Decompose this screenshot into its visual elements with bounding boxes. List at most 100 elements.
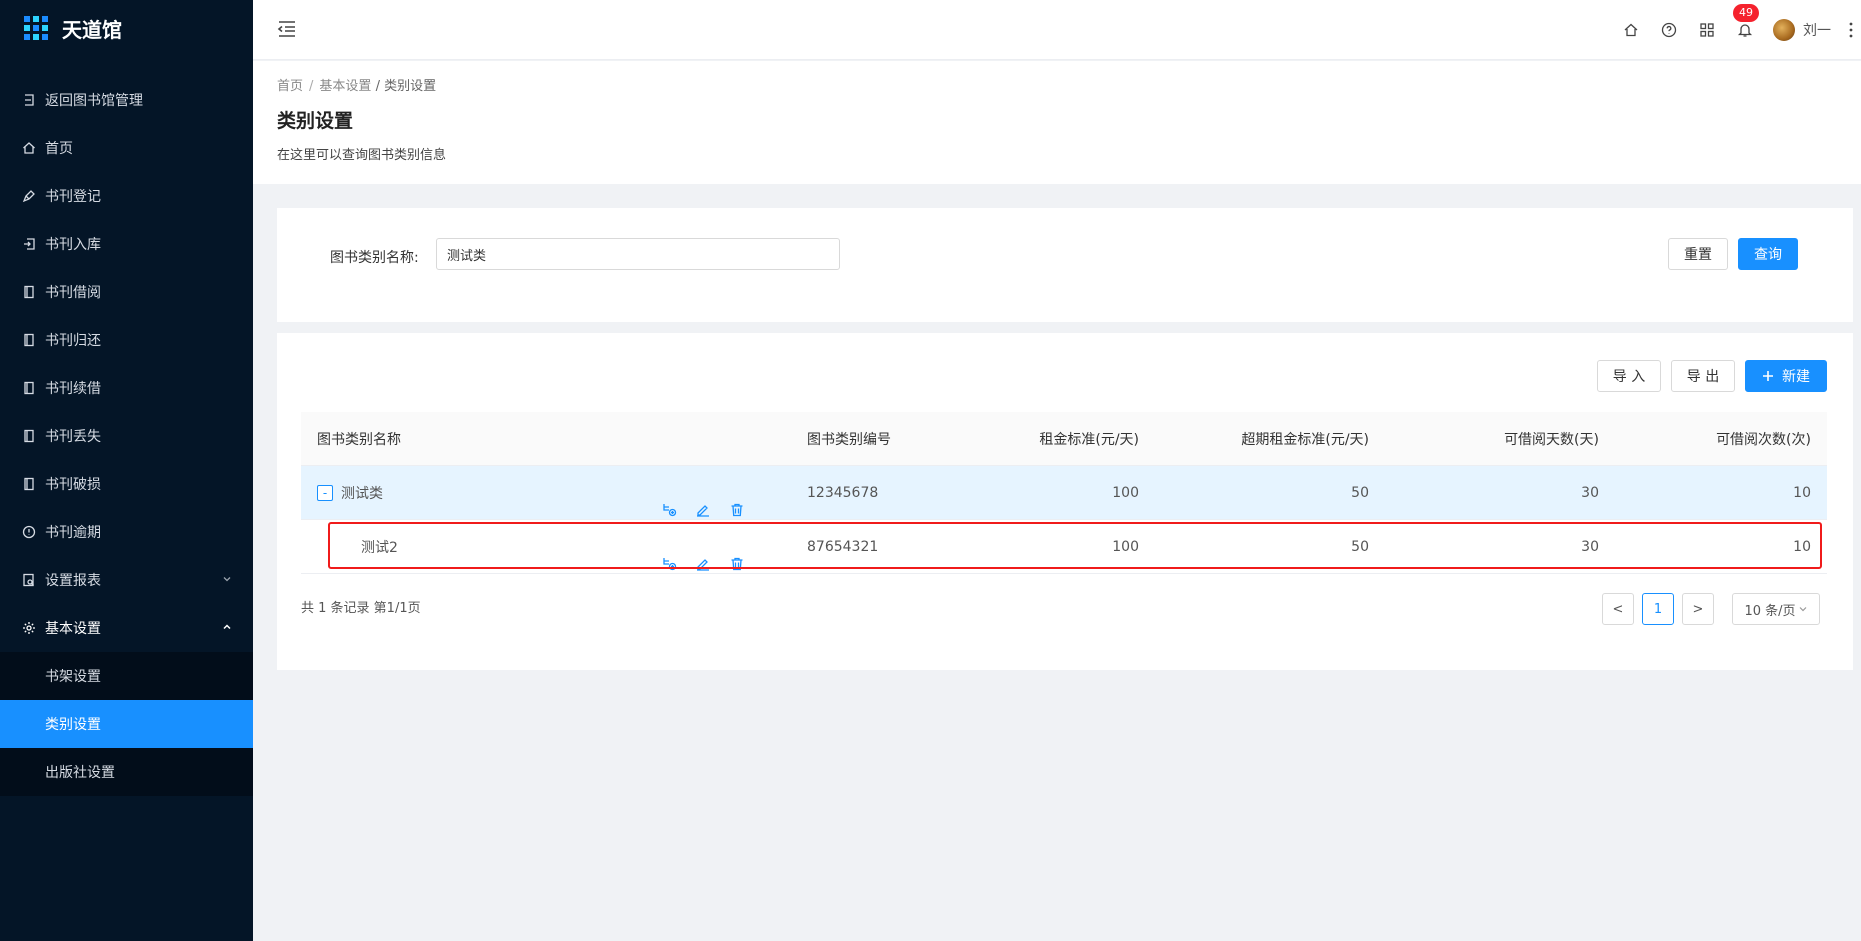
- column-header-times: 可借阅次数(次): [1716, 431, 1811, 448]
- edit-icon[interactable]: [695, 556, 711, 572]
- basic-settings-submenu: 书架设置 类别设置 出版社设置: [0, 652, 253, 796]
- bell-icon: [1737, 24, 1753, 37]
- row-actions: [661, 556, 763, 572]
- category-name: 测试类: [341, 485, 383, 502]
- sidebar-item-overdue[interactable]: 书刊逾期: [0, 508, 253, 556]
- app-title: 天道馆: [62, 17, 122, 42]
- sidebar-item-stock-in[interactable]: 书刊入库: [0, 220, 253, 268]
- column-header-overdue-rent: 超期租金标准(元/天): [1241, 431, 1369, 448]
- borrow-times: 10: [1793, 484, 1811, 501]
- column-header-days: 可借阅天数(天): [1504, 431, 1599, 448]
- search-form: 图书类别名称: 重置 查询: [277, 208, 1853, 322]
- table-header: 图书类别名称 图书类别编号 租金标准(元/天) 超期租金标准(元/天) 可借阅天…: [301, 412, 1827, 466]
- overdue-rent: 50: [1351, 538, 1369, 555]
- sidebar-item-basic-settings[interactable]: 基本设置: [0, 604, 253, 652]
- rent: 100: [1112, 538, 1139, 555]
- delete-icon[interactable]: [729, 556, 745, 572]
- book-icon: [22, 333, 36, 347]
- book-icon: [22, 285, 36, 299]
- borrow-times: 10: [1793, 538, 1811, 555]
- row-actions: [661, 502, 763, 518]
- home-icon: [22, 141, 36, 155]
- next-page-button[interactable]: >: [1682, 593, 1714, 625]
- table-row[interactable]: 测试2 87654321 100 50 30 10: [301, 520, 1827, 574]
- plus-icon: [1763, 371, 1773, 381]
- chevron-down-icon: [1799, 607, 1806, 612]
- table-row[interactable]: - 测试类 12345678 100 50 30 10: [301, 466, 1827, 520]
- prev-page-button[interactable]: <: [1602, 593, 1634, 625]
- column-header-name: 图书类别名称: [317, 431, 401, 448]
- book-icon: [22, 429, 36, 443]
- sidebar-item-damaged[interactable]: 书刊破损: [0, 460, 253, 508]
- notification-badge: 49: [1733, 4, 1759, 22]
- page-header: 首页 / 基本设置 / 类别设置 类别设置 在这里可以查询图书类别信息: [253, 61, 1861, 184]
- header-actions: 49 刘一: [1623, 0, 1861, 60]
- menu-fold-icon[interactable]: [277, 20, 297, 38]
- report-icon: [22, 573, 36, 587]
- notification-bell[interactable]: 49: [1733, 4, 1759, 38]
- top-header: 49 刘一: [253, 0, 1861, 60]
- add-child-icon[interactable]: [661, 502, 677, 518]
- category-code: 87654321: [807, 538, 879, 555]
- sidebar-menu: 返回图书馆管理 首页 书刊登记 书刊入库 书刊借阅 书刊归还 书刊续借 书刊丢失…: [0, 76, 253, 796]
- breadcrumb-home[interactable]: 首页: [277, 79, 303, 94]
- table-card: 导 入 导 出 新建 图书类别名称 图书类别编号 租金标准(元/天) 超期租金标…: [277, 333, 1853, 670]
- sidebar-item-register[interactable]: 书刊登记: [0, 172, 253, 220]
- chevron-up-icon: [223, 624, 231, 630]
- column-header-code: 图书类别编号: [807, 431, 891, 448]
- username[interactable]: 刘一: [1803, 20, 1831, 40]
- overdue-rent: 50: [1351, 484, 1369, 501]
- import-button[interactable]: 导 入: [1597, 360, 1661, 392]
- sidebar-item-report[interactable]: 设置报表: [0, 556, 253, 604]
- page-description: 在这里可以查询图书类别信息: [277, 148, 447, 163]
- sidebar-item-publisher-settings[interactable]: 出版社设置: [0, 748, 253, 796]
- breadcrumb-current: / 类别设置: [375, 79, 437, 94]
- borrow-days: 30: [1581, 484, 1599, 501]
- sidebar-item-renew[interactable]: 书刊续借: [0, 364, 253, 412]
- sidebar-item-return-book[interactable]: 书刊归还: [0, 316, 253, 364]
- reset-button[interactable]: 重置: [1668, 238, 1728, 270]
- more-vertical-icon[interactable]: [1849, 22, 1853, 38]
- page-size-select[interactable]: 10 条/页: [1732, 593, 1820, 625]
- book-icon: [22, 381, 36, 395]
- collapse-toggle[interactable]: -: [317, 484, 333, 501]
- home-icon[interactable]: [1623, 22, 1639, 38]
- breadcrumb-separator: /: [309, 79, 314, 94]
- page-1-button[interactable]: 1: [1642, 593, 1674, 625]
- export-button[interactable]: 导 出: [1671, 360, 1735, 392]
- edit-icon[interactable]: [695, 502, 711, 518]
- help-icon[interactable]: [1661, 22, 1677, 38]
- page-title: 类别设置: [277, 110, 354, 132]
- category-name-label: 图书类别名称:: [330, 250, 419, 266]
- pen-icon: [22, 189, 36, 203]
- login-icon: [22, 237, 36, 251]
- sidebar-item-home[interactable]: 首页: [0, 124, 253, 172]
- avatar[interactable]: [1773, 19, 1795, 41]
- return-icon: [22, 93, 36, 107]
- gear-icon: [22, 621, 36, 635]
- sidebar-item-borrow[interactable]: 书刊借阅: [0, 268, 253, 316]
- apps-icon[interactable]: [1699, 22, 1715, 38]
- category-code: 12345678: [807, 484, 879, 501]
- sidebar-item-shelf-settings[interactable]: 书架设置: [0, 652, 253, 700]
- book-icon: [22, 477, 36, 491]
- chevron-down-icon: [223, 577, 231, 582]
- new-button[interactable]: 新建: [1745, 360, 1827, 392]
- borrow-days: 30: [1581, 538, 1599, 555]
- sidebar-item-lost[interactable]: 书刊丢失: [0, 412, 253, 460]
- sidebar-item-category-settings[interactable]: 类别设置: [0, 700, 253, 748]
- alert-circle-icon: [22, 525, 36, 539]
- query-button[interactable]: 查询: [1738, 238, 1798, 270]
- sidebar-item-return[interactable]: 返回图书馆管理: [0, 76, 253, 124]
- column-header-rent: 租金标准(元/天): [1039, 431, 1139, 448]
- grid-logo-icon: [24, 16, 48, 40]
- category-name-input[interactable]: [436, 238, 840, 270]
- add-child-icon[interactable]: [661, 556, 677, 572]
- rent: 100: [1112, 484, 1139, 501]
- delete-icon[interactable]: [729, 502, 745, 518]
- sidebar: 天道馆 返回图书馆管理 首页 书刊登记 书刊入库 书刊借阅 书刊归还 书刊续借 …: [0, 0, 253, 941]
- category-table: 图书类别名称 图书类别编号 租金标准(元/天) 超期租金标准(元/天) 可借阅天…: [301, 412, 1827, 574]
- breadcrumb: 首页 / 基本设置 / 类别设置: [277, 75, 436, 94]
- logo[interactable]: 天道馆: [0, 0, 253, 56]
- breadcrumb-parent[interactable]: 基本设置: [319, 79, 371, 94]
